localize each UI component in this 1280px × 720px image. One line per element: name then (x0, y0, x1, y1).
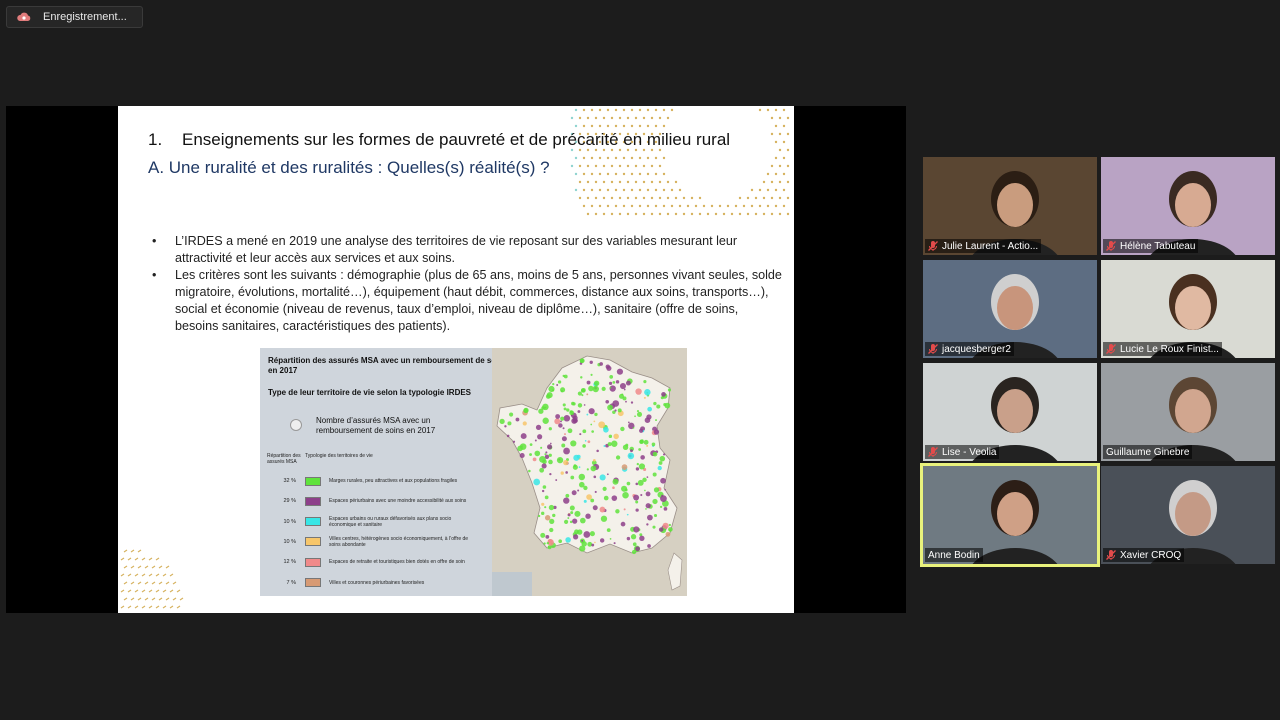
map-subtitle: Type de leur territoire de vie selon la … (268, 388, 472, 397)
legend-label: Espaces de retraite et touristiques bien… (329, 559, 465, 566)
participant-name-label: Xavier CROQ (1103, 548, 1185, 562)
legend-column-share: Répartition des assurés MSA (267, 453, 301, 465)
legend-swatch (305, 476, 321, 486)
participant-video-tile[interactable]: jacquesberger2 (923, 260, 1097, 358)
bullet-item: Les critères sont les suivants : démogra… (152, 267, 784, 335)
legend-percentage: 10 % (283, 538, 296, 545)
muted-mic-icon (928, 447, 938, 457)
participant-name: Anne Bodin (928, 549, 980, 561)
legend-swatch (305, 557, 321, 567)
size-legend-label: Nombre d’assurés MSA avec un rembourseme… (316, 416, 436, 435)
participant-name: Julie Laurent - Actio... (942, 240, 1039, 252)
cloud-recording-icon (17, 12, 31, 21)
legend-swatch (305, 578, 321, 587)
participant-video-tile[interactable]: Xavier CROQ (1101, 466, 1275, 564)
participant-video-tile[interactable]: Guillaume Ginebre (1101, 363, 1275, 461)
participant-video-tile[interactable]: Lise - Veolia (923, 363, 1097, 461)
muted-mic-icon (928, 241, 938, 251)
legend-swatch (305, 496, 321, 506)
muted-mic-icon (1106, 241, 1116, 251)
map-figure: Répartition des assurés MSA avec un remb… (260, 348, 687, 596)
participant-name-label: Julie Laurent - Actio... (925, 239, 1042, 253)
heading-text: Enseignements sur les formes de pauvreté… (182, 130, 731, 149)
map-legend-row: 29 % Espaces périurbains avec une moindre… (266, 494, 479, 508)
bullet-item: L’IRDES a mené en 2019 une analyse des t… (152, 233, 784, 267)
participant-name-label: Lise - Veolia (925, 445, 1000, 459)
legend-swatch (305, 537, 321, 547)
muted-mic-icon (1106, 344, 1116, 354)
participant-name-label: Anne Bodin (925, 548, 983, 562)
legend-percentage: 32 % (283, 478, 296, 484)
decorative-dashes-bottom (120, 549, 184, 609)
slide-heading: 1. Enseignements sur les formes de pauvre… (148, 130, 730, 150)
legend-label: Marges rurales, peu attractives et aux p… (329, 478, 458, 484)
legend-label: Espaces périurbains avec une moindre acc… (329, 498, 467, 505)
participant-name-label: jacquesberger2 (925, 342, 1014, 356)
legend-swatch (305, 517, 321, 527)
participant-name: Guillaume Ginebre (1106, 446, 1190, 458)
participant-video-tile[interactable]: Hélène Tabuteau (1101, 157, 1275, 255)
participant-name: Lise - Veolia (942, 446, 997, 458)
participant-name: jacquesberger2 (942, 343, 1011, 355)
legend-percentage: 29 % (283, 498, 296, 505)
muted-mic-icon (1106, 550, 1116, 560)
legend-percentage: 7 % (286, 579, 296, 586)
participant-name: Hélène Tabuteau (1120, 240, 1196, 252)
bullet-list: L’IRDES a mené en 2019 une analyse des t… (152, 233, 784, 335)
participant-name-label: Guillaume Ginebre (1103, 445, 1193, 459)
participant-name: Xavier CROQ (1120, 549, 1182, 561)
legend-label: Villes et couronnes périurbaines favoris… (329, 579, 425, 586)
recording-label: Enregistrement... (43, 11, 127, 23)
legend-label: Villes centres, hétérogènes socio économ… (329, 535, 469, 548)
map-title: Répartition des assurés MSA avec un remb… (268, 356, 508, 375)
presentation-slide: 1. Enseignements sur les formes de pauvre… (118, 106, 794, 613)
participant-name-label: Lucie Le Roux Finist... (1103, 342, 1222, 356)
slide-subheading: A. Une ruralité et des ruralités : Quell… (148, 158, 550, 177)
france-map (492, 348, 687, 596)
map-legend-row: 7 % Villes et couronnes périurbaines favo… (266, 576, 479, 590)
map-legend-row: 10 % Villes centres, hétérogènes socio éc… (266, 535, 479, 549)
participant-video-tile[interactable]: Anne Bodin (920, 463, 1100, 567)
participant-video-tile[interactable]: Lucie Le Roux Finist... (1101, 260, 1275, 358)
participant-name: Lucie Le Roux Finist... (1120, 343, 1219, 355)
map-legend-row: 12 % Espaces de retraite et touristiques … (266, 555, 479, 569)
legend-percentage: 12 % (283, 559, 296, 566)
map-legend-row: 10 % Espaces urbains ou ruraux défavorisé… (266, 515, 479, 529)
size-legend-symbol (290, 419, 302, 431)
heading-number: 1. (148, 130, 163, 149)
legend-label: Espaces urbains ou ruraux défavorisés au… (329, 515, 452, 528)
legend-percentage: 10 % (283, 518, 296, 525)
legend-column-type: Typologie des territoires de vie (305, 453, 373, 459)
participant-video-tile[interactable]: Julie Laurent - Actio... (923, 157, 1097, 255)
participant-name-label: Hélène Tabuteau (1103, 239, 1199, 253)
recording-indicator[interactable]: Enregistrement... (6, 6, 143, 28)
muted-mic-icon (928, 344, 938, 354)
map-legend-row: 32 % Marges rurales, peu attractives et a… (266, 474, 479, 488)
